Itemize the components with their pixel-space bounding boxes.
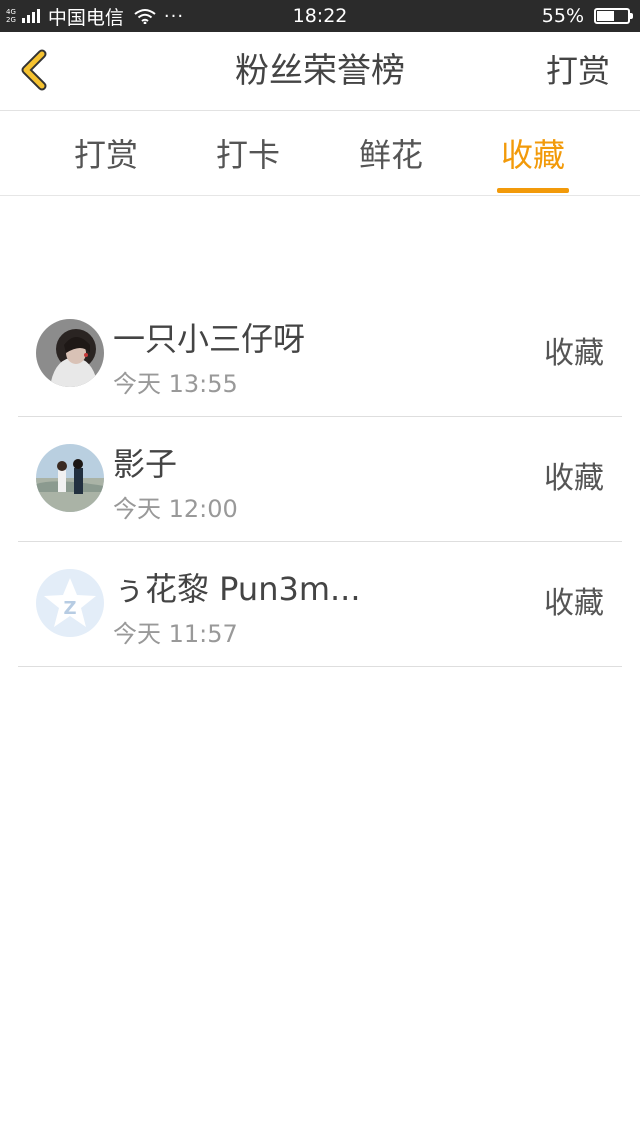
tab-flowers[interactable]: 鲜花 [355,111,427,195]
tab-label: 打卡 [215,136,280,174]
tab-checkin[interactable]: 打卡 [212,111,284,195]
list-item[interactable]: Z ぅ花黎 Pun3m... 今天 11:57 收藏 [18,542,622,667]
list-item[interactable]: 影子 今天 12:00 收藏 [18,417,622,542]
tab-label: 鲜花 [358,136,423,174]
user-name: 影子 [113,445,178,483]
list-item[interactable]: 一只小三仔呀 今天 13:55 收藏 [18,292,622,417]
status-right: 55% [541,0,633,32]
tab-active-indicator [497,188,569,193]
tab-reward[interactable]: 打赏 [70,111,142,195]
svg-text:Z: Z [63,598,76,619]
user-name: 一只小三仔呀 [113,320,306,358]
tab-label: 收藏 [500,136,565,174]
fan-list: 一只小三仔呀 今天 13:55 收藏 影子 今天 12:00 收藏 Z ぅ花黎 … [18,292,622,667]
avatar [36,444,104,512]
avatar [36,319,104,387]
battery-icon [594,8,633,24]
page-title: 粉丝荣誉榜 [235,51,405,91]
user-name: ぅ花黎 Pun3m... [113,570,361,608]
default-avatar-icon: Z [36,569,104,637]
tab-favorites[interactable]: 收藏 [497,111,569,195]
status-bar: 4G 2G 中国电信 ··· 18:22 55% [0,0,640,32]
item-time: 今天 12:00 [113,495,238,523]
tab-bar: 打赏 打卡 鲜花 收藏 [0,111,640,196]
favorite-label: 收藏 [544,336,604,371]
tab-label: 打赏 [73,136,138,174]
battery-percent: 55% [541,5,584,27]
battery-fill [597,11,614,21]
reward-button[interactable]: 打赏 [546,32,610,110]
item-time: 今天 13:55 [113,370,238,398]
favorite-label: 收藏 [544,461,604,496]
nav-header: 粉丝荣誉榜 打赏 [0,32,640,111]
favorite-label: 收藏 [544,586,604,621]
item-time: 今天 11:57 [113,620,238,648]
